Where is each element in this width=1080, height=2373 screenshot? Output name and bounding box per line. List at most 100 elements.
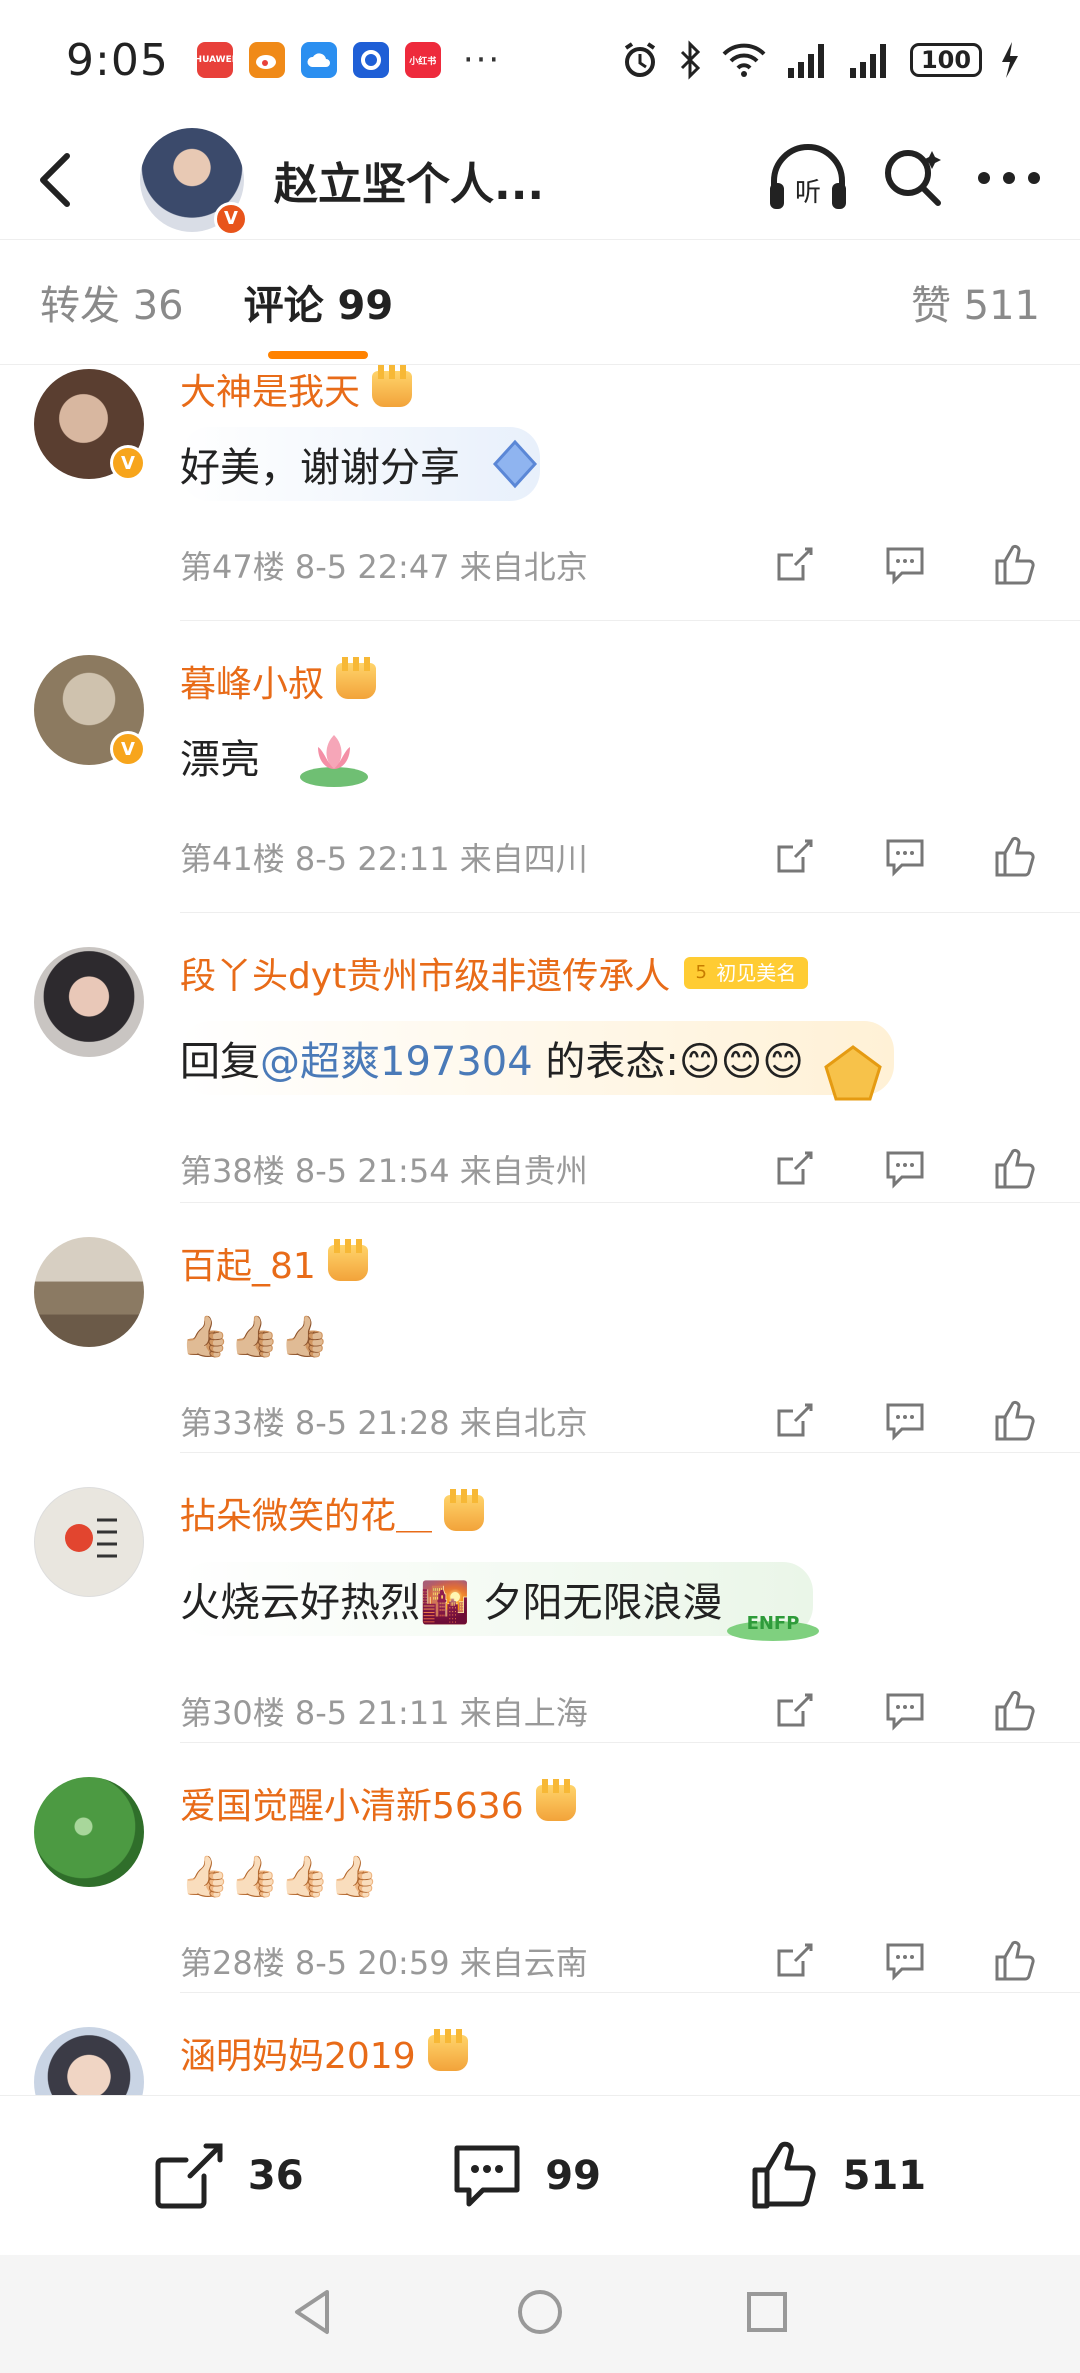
commenter-name-text[interactable]: 爱国觉醒小清新5636 xyxy=(180,1777,524,1829)
commenter-name-text[interactable]: 大神是我天 xyxy=(180,365,360,415)
comment-meta: 第33楼 8-5 21:28 来自北京 xyxy=(180,1404,588,1442)
reply-button[interactable] xyxy=(880,1144,930,1194)
commenter-name-text[interactable]: 涵明妈妈2019 xyxy=(180,2027,416,2079)
like-button[interactable] xyxy=(990,832,1040,882)
tab-repost[interactable]: 转发 36 xyxy=(40,273,184,331)
comment-meta: 第30楼 8-5 21:11 来自上海 xyxy=(180,1694,588,1732)
like-count: 511 xyxy=(842,2152,927,2199)
commenter-name[interactable]: 大神是我天 xyxy=(180,365,1050,417)
reply-button[interactable] xyxy=(880,1396,930,1446)
commenter-avatar[interactable]: V xyxy=(34,655,146,767)
signal-icon-2 xyxy=(850,44,886,78)
commenter-name[interactable]: 段丫头dyt贵州市级非遗传承人 初见美名 xyxy=(180,945,1050,1001)
mention-link[interactable]: @超爽197304 xyxy=(260,1039,533,1085)
search-button[interactable] xyxy=(880,145,946,215)
square-recents-icon xyxy=(747,2292,788,2332)
comment-item: V 暮峰小叔 漂亮 第41楼 8-5 22:11 来自四川 xyxy=(0,621,1080,913)
thumbs-up-icon xyxy=(995,1400,1035,1441)
commenter-avatar[interactable] xyxy=(34,1237,144,1347)
commenter-name[interactable]: 暮峰小叔 xyxy=(180,653,1050,709)
xiaohongshu-app-icon: 小红书 xyxy=(404,42,441,78)
share-icon xyxy=(777,839,813,873)
share-button[interactable] xyxy=(770,1686,820,1736)
crown-badge-icon xyxy=(372,365,413,407)
svg-text:听: 听 xyxy=(795,178,821,208)
svg-text:ENFP: ENFP xyxy=(746,1613,799,1634)
verified-badge-icon: V xyxy=(110,731,146,767)
like-button[interactable]: 511 xyxy=(749,2140,927,2212)
reply-button[interactable] xyxy=(880,1686,930,1736)
bluetooth-icon xyxy=(680,40,701,80)
like-button[interactable] xyxy=(990,540,1040,590)
comment-list: V 大神是我天 好美，谢谢分享 第47楼 8-5 22:47 来自北京 V 暮峰… xyxy=(0,365,1080,2095)
enfp-sticker-icon: ENFP xyxy=(726,1613,819,1641)
commenter-name-text[interactable]: 拈朵微笑的花＿ xyxy=(180,1487,432,1539)
comment-meta-row: 第28楼 8-5 20:59 来自云南 xyxy=(180,1921,1050,2001)
status-icons: 100 xyxy=(620,40,1020,80)
comment-actions xyxy=(770,1396,1050,1446)
nav-back-button[interactable] xyxy=(291,2288,335,2340)
crown-badge-icon xyxy=(427,2029,468,2071)
repost-button[interactable]: 36 xyxy=(154,2142,304,2210)
share-button[interactable] xyxy=(770,1144,820,1194)
comment-actions xyxy=(770,1936,1050,1986)
more-icon xyxy=(978,171,1040,184)
commenter-name[interactable]: 爱国觉醒小清新5636 xyxy=(180,1775,1050,1831)
back-button[interactable] xyxy=(0,120,110,240)
comment-icon xyxy=(886,1403,924,1441)
share-button[interactable] xyxy=(770,832,820,882)
share-button[interactable] xyxy=(770,540,820,590)
share-button[interactable] xyxy=(770,1396,820,1446)
author-avatar[interactable]: V xyxy=(140,127,248,236)
comment-text: 👍🏼👍🏼👍🏼 xyxy=(180,1313,330,1360)
comment-meta: 第28楼 8-5 20:59 来自云南 xyxy=(180,1944,588,1982)
nav-recents-button[interactable] xyxy=(745,2290,789,2338)
comment-meta-row: 第30楼 8-5 21:11 来自上海 xyxy=(180,1671,1050,1751)
circle-home-icon xyxy=(517,2290,562,2334)
reply-button[interactable] xyxy=(880,832,930,882)
commenter-name[interactable]: 拈朵微笑的花＿ xyxy=(180,1485,1050,1541)
like-button[interactable] xyxy=(990,1396,1040,1446)
comment-text: 漂亮 xyxy=(180,737,260,783)
battery-icon: 100 xyxy=(910,43,982,77)
commenter-name[interactable]: 百起_81 xyxy=(180,1235,1050,1291)
comment-actions xyxy=(770,540,1050,590)
comment-meta-row: 第47楼 8-5 22:47 来自北京 xyxy=(180,525,1050,605)
comment-reply-prefix: 回复 xyxy=(180,1039,260,1085)
verified-badge-icon: V xyxy=(110,445,146,481)
commenter-name[interactable]: 涵明妈妈2019 xyxy=(180,2025,1050,2081)
weibo-app-icon xyxy=(248,42,285,78)
reply-button[interactable] xyxy=(880,1936,930,1986)
comment-actions xyxy=(770,832,1050,882)
comment-actions xyxy=(770,1144,1050,1194)
commenter-name-text[interactable]: 百起_81 xyxy=(180,1237,316,1289)
comment-item: 拈朵微笑的花＿ 火烧云好热烈🌇 夕阳无限浪漫 ENFP 第30楼 8-5 21:… xyxy=(0,1453,1080,1743)
reply-button[interactable] xyxy=(880,540,930,590)
tab-comment[interactable]: 评论 99 xyxy=(244,273,394,331)
level-tag: 初见美名 xyxy=(684,957,809,989)
share-icon xyxy=(777,1693,813,1727)
commenter-name-text[interactable]: 段丫头dyt贵州市级非遗传承人 xyxy=(180,947,670,999)
pentagon-sticker-icon xyxy=(824,1045,882,1101)
commenter-avatar[interactable] xyxy=(34,1777,144,1887)
like-button[interactable] xyxy=(990,1686,1040,1736)
header: V 赵立坚个人... 听 xyxy=(0,120,1080,240)
commenter-avatar[interactable] xyxy=(34,947,144,1057)
commenter-name-text[interactable]: 暮峰小叔 xyxy=(180,655,324,707)
comment-button[interactable]: 99 xyxy=(451,2142,601,2210)
like-button[interactable] xyxy=(990,1936,1040,1986)
commenter-avatar[interactable] xyxy=(34,2027,144,2095)
listen-button[interactable]: 听 xyxy=(766,143,850,217)
nav-home-button[interactable] xyxy=(516,2288,564,2340)
comment-reply-suffix: 的表态:😊😊😊 xyxy=(532,1039,804,1085)
more-button[interactable] xyxy=(976,168,1042,192)
commenter-avatar[interactable] xyxy=(34,1487,144,1597)
share-button[interactable] xyxy=(770,1936,820,1986)
thumbs-up-icon xyxy=(995,1690,1035,1731)
comment-bubble: 回复@超爽197304 的表态:😊😊😊 xyxy=(180,1021,894,1095)
triangle-back-icon xyxy=(294,2290,329,2334)
tab-like[interactable]: 赞 511 xyxy=(911,273,1040,331)
commenter-avatar[interactable]: V xyxy=(34,369,146,481)
like-button[interactable] xyxy=(990,1144,1040,1194)
page-title[interactable]: 赵立坚个人... xyxy=(274,148,544,212)
